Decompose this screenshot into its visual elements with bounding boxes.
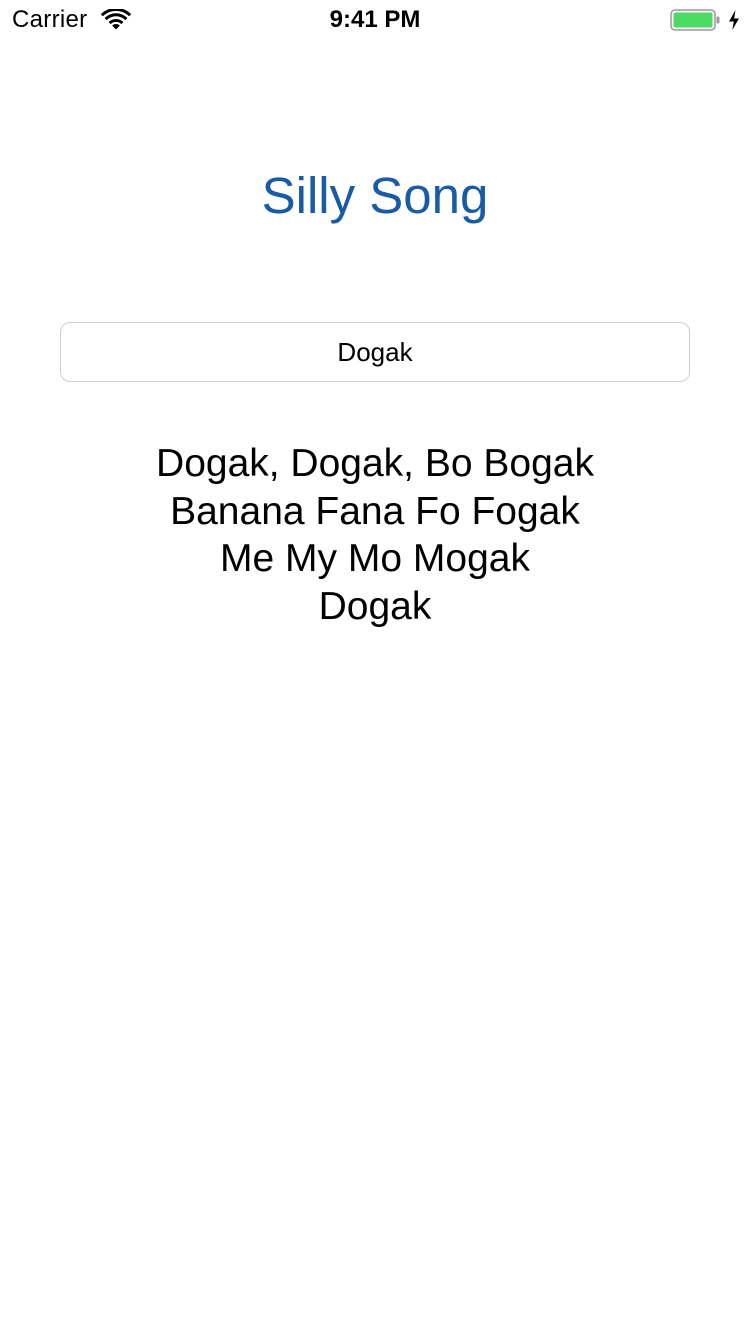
app-title: Silly Song <box>261 167 489 224</box>
lyric-line: Banana Fana Fo Fogak <box>170 489 580 533</box>
song-lyrics: Dogak, Dogak, Bo Bogak Banana Fana Fo Fo… <box>0 440 750 630</box>
lyric-line: Dogak <box>318 584 432 628</box>
status-bar: Carrier 9:41 PM <box>0 0 750 40</box>
lyric-line: Me My Mo Mogak <box>220 537 530 580</box>
charging-bolt-icon <box>729 10 739 30</box>
name-input[interactable] <box>60 322 690 382</box>
clock-time: 9:41 PM <box>329 6 421 33</box>
battery-icon <box>670 9 720 31</box>
lyric-line: Dogak, Dogak, Bo Bogak <box>156 442 594 485</box>
